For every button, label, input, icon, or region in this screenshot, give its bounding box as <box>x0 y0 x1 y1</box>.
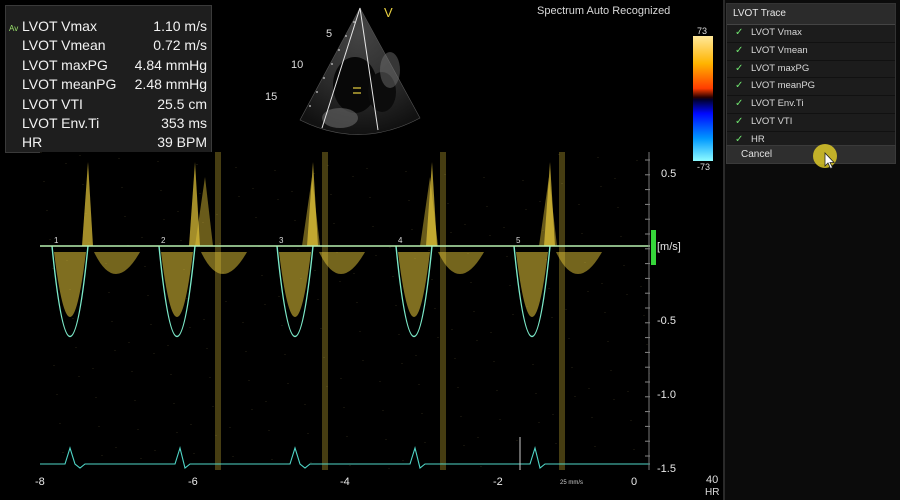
measurement-value: 353 ms <box>161 115 207 131</box>
measurement-label: LVOT Vmean <box>22 37 106 54</box>
checkmark-icon: ✓ <box>735 115 744 127</box>
measurement-value: 1.10 m/s <box>153 18 207 34</box>
status-text: Spectrum Auto Recognized <box>537 5 671 17</box>
trace-menu-item[interactable]: ✓ LVOT Env.Ti <box>727 96 895 114</box>
trace-menu-item-label: LVOT Vmean <box>751 44 808 56</box>
beat-number-label: 2 <box>161 236 166 245</box>
trace-menu-item[interactable]: ✓ LVOT Vmax <box>727 25 895 43</box>
measurement-row: LVOT Vmax 1.10 m/s <box>22 16 207 36</box>
baseline-marker[interactable] <box>651 230 656 265</box>
checkmark-icon: ✓ <box>735 98 744 110</box>
measurement-label: HR <box>22 134 43 151</box>
measurement-value: 39 BPM <box>157 134 207 151</box>
sector-depth-10: 10 <box>291 59 304 71</box>
time-tick-label: -2 <box>493 476 503 488</box>
measurement-value: 4.84 mmHg <box>134 56 207 73</box>
velocity-tick-label: 0.5 <box>661 168 677 180</box>
checkmark-icon: ✓ <box>735 80 744 92</box>
measurement-label: LVOT meanPG <box>22 76 117 93</box>
lvot-trace-menu: LVOT Trace ✓ LVOT Vmax ✓ LVOT Vmean ✓ LVOT ma… <box>726 3 896 151</box>
time-tick-label: 0 <box>631 476 638 488</box>
trace-menu-item[interactable]: ✓ LVOT VTI <box>727 114 895 132</box>
measurement-label: LVOT VTI <box>22 95 83 112</box>
measurement-row: LVOT meanPG 2.48 mmHg <box>22 74 207 94</box>
measurement-value: 0.72 m/s <box>153 37 207 54</box>
artifact-band <box>559 152 565 470</box>
time-tick-label: -8 <box>35 476 45 488</box>
time-tick-label: -6 <box>188 476 198 488</box>
trace-menu-item-label: LVOT Vmax <box>751 27 802 38</box>
artifact-band <box>440 152 446 470</box>
color-velocity-bar <box>693 36 713 161</box>
aortic-valve-badge: Av <box>9 24 19 33</box>
checkmark-icon: ✓ <box>735 62 744 74</box>
doppler-spectrum: 1 2 3 4 5 <box>40 152 650 470</box>
trace-menu-title: LVOT Trace <box>727 4 895 25</box>
beat-number-label: 5 <box>516 236 521 245</box>
trace-menu-item[interactable]: ✓ LVOT meanPG <box>727 78 895 97</box>
velocity-tick-label: -1.5 <box>657 463 676 475</box>
measurement-row: LVOT maxPG 4.84 mmHg <box>22 55 207 75</box>
velocity-tick-label: -0.5 <box>657 315 676 327</box>
trace-menu-item-label: LVOT Env.Ti <box>751 98 804 110</box>
heart-rate-label: HR <box>705 487 720 498</box>
trace-menu-item-label: LVOT maxPG <box>751 62 810 74</box>
velocity-tick-label: -1.0 <box>657 389 676 401</box>
measurement-label: LVOT maxPG <box>22 56 108 73</box>
artifact-band <box>215 152 221 470</box>
measurement-label: LVOT Vmax <box>22 18 97 34</box>
checkmark-icon: ✓ <box>735 44 744 56</box>
artifact-band <box>322 152 328 470</box>
sector-orientation-marker: V <box>384 5 393 20</box>
color-bar-min: -73 <box>697 162 711 172</box>
trace-menu-item-label: LVOT meanPG <box>751 80 816 92</box>
echo-sector-image <box>299 7 421 135</box>
trace-menu-item-label: HR <box>751 133 765 145</box>
spectrum-background <box>40 152 650 470</box>
checkmark-icon: ✓ <box>735 27 744 38</box>
sector-depth-5: 5 <box>326 28 333 40</box>
beat-number-label: 4 <box>398 236 403 245</box>
heart-rate-value: 40 <box>706 474 719 486</box>
beat-number-label: 3 <box>279 236 284 245</box>
sweep-speed: 25 mm/s <box>560 480 584 486</box>
measurement-label: LVOT Env.Ti <box>22 115 100 131</box>
velocity-unit: [m/s] <box>657 241 681 253</box>
sector-depth-15: 15 <box>265 91 278 103</box>
measurement-row: LVOT Vmean 0.72 m/s <box>22 35 207 55</box>
mouse-pointer-icon <box>824 152 835 170</box>
measurement-results-panel: Av LVOT Vmax 1.10 m/s LVOT Vmean 0.72 m/s LV… <box>5 5 212 153</box>
trace-menu-item[interactable]: ✓ LVOT Vmean <box>727 43 895 61</box>
beat-number-label: 1 <box>54 236 59 245</box>
color-bar-max: 73 <box>697 26 708 36</box>
measurement-row: HR 39 BPM <box>22 132 207 152</box>
measurement-value: 2.48 mmHg <box>134 76 207 93</box>
measurement-value: 25.5 cm <box>157 95 207 112</box>
measurement-row: LVOT VTI 25.5 cm <box>22 94 207 114</box>
trace-menu-item-label: LVOT VTI <box>751 115 793 127</box>
measurement-row: LVOT Env.Ti 353 ms <box>22 113 207 133</box>
trace-menu-item[interactable]: ✓ LVOT maxPG <box>727 61 895 79</box>
cancel-button[interactable]: Cancel <box>726 145 896 164</box>
time-tick-label: -4 <box>340 476 350 488</box>
